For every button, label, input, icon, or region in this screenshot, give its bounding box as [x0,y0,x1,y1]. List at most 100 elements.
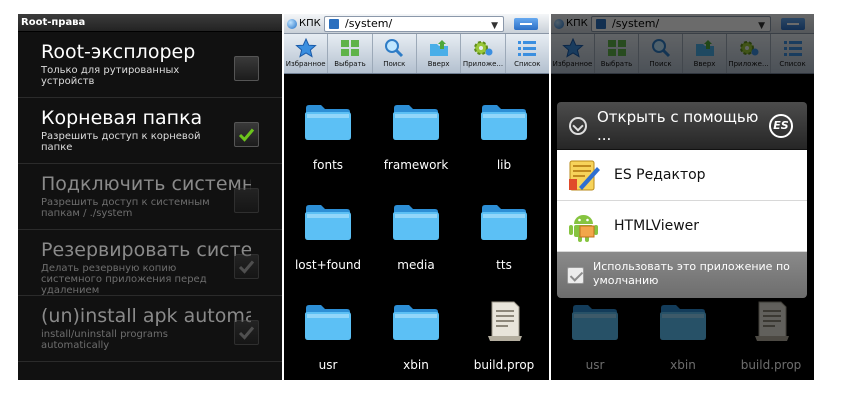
preference-title: Корневая папка [41,107,203,129]
open-with-dialog: Открыть с помощью ... ES ES Редактор HTM… [557,102,807,298]
preference-checkbox [234,254,259,279]
location-label: КПК [299,18,321,29]
folder-item[interactable]: fonts [284,76,372,176]
globe-icon [287,19,297,29]
item-name: xbin [403,358,429,372]
preference-checkbox [234,188,259,213]
toolbar-label: Избранное [285,60,326,68]
open-with-icon [569,117,587,135]
address-bar: КПК /system/ ▼ [284,14,549,34]
document-icon [488,301,522,341]
preference-title: Подключить системные [41,173,251,195]
folder-icon [393,305,439,340]
path-dropdown[interactable]: /system/ ▼ [324,16,504,32]
minimize-button[interactable] [514,18,538,30]
list-view-icon [783,41,802,56]
preference-row[interactable]: Корневая папка Разрешить доступ к корнево… [18,98,282,164]
toolbar-button-4[interactable]: Приложе... [461,34,506,73]
location-selector-dim: КПК [554,17,588,31]
toolbar-label: Поиск [383,60,406,68]
magnifier-icon [651,39,670,58]
folder-item[interactable]: framework [372,76,460,176]
toolbar-label: Приложе... [728,60,769,68]
dialog-header: Открыть с помощью ... ES [557,102,807,150]
default-checkbox[interactable] [567,267,584,284]
toolbar-button-1[interactable]: Выбрать [328,34,373,73]
toolbar-button-2[interactable]: Поиск [373,34,417,73]
toolbar-button-5: Список [771,34,814,73]
checkmark-icon [238,326,255,340]
file-grid: fonts framework lib lost+found media tts usr xb… [284,76,549,376]
folder-up-icon [695,40,714,56]
option-es-editor[interactable]: ES Редактор [557,150,807,201]
apps-gear-icon [739,41,758,56]
preference-summary: Разрешить доступ к системным папкам / ./… [41,197,210,219]
folder-item[interactable]: usr [284,276,372,376]
address-bar-dim: КПК /system/ ▼ [551,14,814,34]
es-logo-icon: ES [769,114,793,138]
folder-item[interactable]: media [372,176,460,276]
toolbar-label: Приложе... [462,60,504,68]
root-settings-panel: Root-права Root-эксплорер Только для рути… [18,14,282,380]
use-default-row[interactable]: Использовать это приложение по умолчанию [557,252,807,298]
folder-up-icon [429,40,448,56]
item-name: lib [496,158,512,172]
toolbar-button-3: Вверх [683,34,727,73]
android-icon [569,215,598,242]
apps-gear-icon [473,41,493,56]
folder-icon [305,105,351,140]
preference-row[interactable]: Root-эксплорер Только для рутированных ус… [18,32,282,98]
location-label-dim: КПК [566,18,588,29]
file-item[interactable]: build.prop [460,276,548,376]
item-name: xbin [670,358,696,372]
item-name: usr [585,358,605,372]
toolbar-button-3[interactable]: Вверх [417,34,462,73]
option-label: ES Редактор [614,167,706,183]
sdcard-icon [596,19,606,29]
preference-checkbox [234,320,259,345]
globe-icon [554,19,564,29]
folder-icon [393,205,439,240]
item-name: framework [383,158,449,172]
minimize-button-dim [781,18,805,30]
toolbar-label: Выбрать [334,60,366,68]
star-icon [561,38,584,58]
toolbar-label: Список [779,60,806,68]
checkmark-icon [238,260,255,274]
magnifier-icon [385,39,404,58]
path-dropdown-dim: /system/ ▼ [591,16,771,32]
preference-checkbox[interactable] [234,56,259,81]
select-grid-icon [607,40,626,56]
toolbar-label: Вверх [427,60,450,68]
toolbar-button-0[interactable]: Избранное [284,34,329,73]
folder-icon [393,105,439,140]
toolbar-label: Выбрать [600,60,633,68]
list-view-icon [518,41,537,56]
folder-item[interactable]: lib [460,76,548,176]
chevron-down-icon: ▼ [491,21,498,31]
preference-title: Резервировать системные [41,239,251,261]
toolbar-button-5[interactable]: Список [506,34,549,73]
dialog-title: Открыть с помощью ... [597,108,759,144]
folder-icon [305,305,351,340]
es-editor-icon [569,160,600,191]
item-name: tts [496,258,512,272]
preference-row: (un)install apk automaticallyinstall/uni… [18,296,282,362]
preference-checkbox[interactable] [234,122,259,147]
preference-title: Root-эксплорер [41,41,196,63]
folder-item[interactable]: lost+found [284,176,372,276]
folder-icon [572,305,618,340]
item-name: lost+found [294,258,362,272]
toolbar: Избранное Выбрать Поиск Вверх Приложе... Спис… [284,34,549,74]
option-htmlviewer[interactable]: HTMLViewer [557,201,807,252]
chevron-down-icon: ▼ [758,21,765,31]
document-icon [755,301,789,341]
folder-item[interactable]: xbin [372,276,460,376]
location-selector[interactable]: КПК [287,17,321,31]
preference-summary: Делать резервную копию системного прилож… [41,263,207,296]
item-name: build.prop [473,358,535,372]
toolbar-label: Избранное [552,60,593,68]
item-name: usr [318,358,338,372]
folder-icon [481,105,527,140]
folder-item[interactable]: tts [460,176,548,276]
